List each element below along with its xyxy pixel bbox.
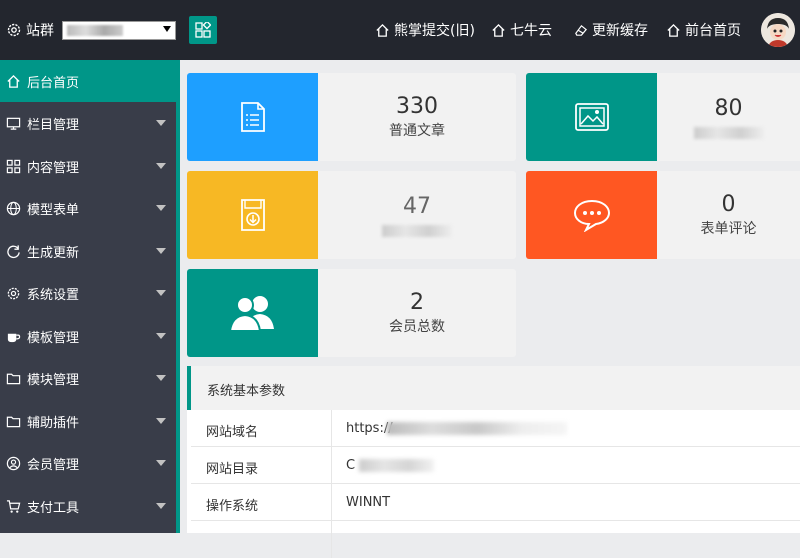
- avatar[interactable]: [761, 13, 795, 47]
- stat-value: 2: [410, 290, 424, 315]
- sidebar-accent-edge: [176, 60, 180, 533]
- gear-icon: [6, 22, 22, 38]
- sidebar-item-model-forms[interactable]: 模型表单: [0, 187, 176, 229]
- stat-card-downloads[interactable]: 47: [318, 171, 516, 259]
- row-value: WINNT: [346, 495, 391, 510]
- home-icon: [6, 74, 21, 89]
- table-row: 网站域名 https://: [191, 410, 800, 447]
- stat-label: 会员总数: [389, 319, 445, 335]
- cup-icon: [6, 329, 21, 344]
- stat-value: 47: [403, 194, 431, 219]
- site-select[interactable]: [62, 21, 176, 40]
- sidebar-item-settings[interactable]: 系统设置: [0, 272, 176, 314]
- grid-icon: [6, 159, 21, 174]
- eraser-icon: [573, 23, 588, 38]
- stat-card-comments[interactable]: 0 表单评论: [657, 171, 800, 259]
- chevron-down-icon: [156, 333, 166, 339]
- folder-icon: [6, 414, 21, 429]
- grid-icon: [195, 22, 211, 38]
- stat-card-members-icon-block[interactable]: [187, 269, 318, 357]
- site-group-label: 站群: [6, 20, 54, 40]
- stat-card-downloads-icon-block[interactable]: [187, 171, 318, 259]
- chevron-down-icon: [156, 248, 166, 254]
- chevron-down-icon: [156, 418, 166, 424]
- monitor-icon: [6, 116, 21, 131]
- nav-xiongzhang[interactable]: 熊掌提交(旧): [375, 20, 475, 40]
- chevron-down-icon: [156, 290, 166, 296]
- table-row: [191, 521, 800, 558]
- stat-card-articles-icon-block[interactable]: [187, 73, 318, 161]
- chat-bubble-icon: [573, 199, 610, 232]
- stat-card-comments-icon-block[interactable]: [526, 171, 657, 259]
- users-icon: [228, 296, 274, 332]
- user-circle-icon: [6, 456, 21, 471]
- stat-label-redacted: [693, 127, 764, 139]
- system-info-panel: 系统基本参数 网站域名 https:// 网站目录 C 操作系统 WINNT: [187, 366, 800, 558]
- picture-icon: [574, 103, 609, 131]
- top-bar: 站群 熊掌提交(旧) 七牛云 更新缓存 前台首页: [0, 0, 800, 60]
- nav-clear-cache[interactable]: 更新缓存: [573, 20, 648, 40]
- apps-grid-button[interactable]: [189, 16, 217, 44]
- sidebar-item-plugins[interactable]: 辅助插件: [0, 400, 176, 442]
- chevron-down-icon: [156, 460, 166, 466]
- table-row: 网站目录 C: [191, 447, 800, 484]
- chevron-down-icon: [156, 375, 166, 381]
- row-value: C: [346, 458, 356, 473]
- sidebar-item-columns[interactable]: 栏目管理: [0, 102, 176, 144]
- chevron-down-icon: [156, 163, 166, 169]
- row-key: 网站目录: [206, 462, 259, 477]
- stat-card-images-icon-block[interactable]: [526, 73, 657, 161]
- globe-icon: [6, 201, 21, 216]
- chevron-down-icon: [156, 503, 166, 509]
- cart-icon: [6, 499, 21, 514]
- stat-card-members[interactable]: 2 会员总数: [318, 269, 516, 357]
- nav-frontend-home[interactable]: 前台首页: [666, 20, 741, 40]
- stat-label: 表单评论: [700, 221, 757, 237]
- redacted-blur: [359, 459, 434, 472]
- stat-card-articles[interactable]: 330 普通文章: [318, 73, 516, 161]
- stat-label: 普通文章: [389, 123, 445, 139]
- sidebar-item-modules[interactable]: 模块管理: [0, 357, 176, 399]
- stat-value: 0: [721, 192, 736, 217]
- sidebar-item-payment[interactable]: 支付工具: [0, 485, 176, 527]
- home-icon: [666, 23, 681, 38]
- stat-value: 80: [714, 96, 743, 121]
- site-group-text: 站群: [26, 23, 54, 39]
- select-arrow-icon: [163, 26, 171, 32]
- nav-qiniu[interactable]: 七牛云: [491, 20, 552, 40]
- document-list-icon: [240, 102, 265, 132]
- download-icon: [240, 199, 265, 231]
- row-key: 操作系统: [206, 499, 259, 514]
- sidebar: 后台首页 栏目管理 内容管理 模型表单 生成更新 系统设置 模板管理 模块管理 …: [0, 60, 176, 533]
- sidebar-item-templates[interactable]: 模板管理: [0, 315, 176, 357]
- sidebar-item-content[interactable]: 内容管理: [0, 145, 176, 187]
- refresh-icon: [6, 244, 21, 259]
- user-avatar-icon: [761, 13, 795, 47]
- gear-icon: [6, 286, 21, 301]
- home-icon: [491, 23, 506, 38]
- sidebar-item-generate[interactable]: 生成更新: [0, 230, 176, 272]
- panel-title: 系统基本参数: [187, 366, 800, 410]
- row-key: 网站域名: [206, 425, 259, 440]
- folder-icon: [6, 371, 21, 386]
- table-row: 操作系统 WINNT: [191, 484, 800, 521]
- chevron-down-icon: [156, 120, 166, 126]
- sidebar-item-dashboard[interactable]: 后台首页: [0, 60, 176, 102]
- chevron-down-icon: [156, 205, 166, 211]
- stat-label-redacted: [382, 225, 452, 237]
- row-value: https://: [346, 421, 393, 436]
- home-icon: [375, 23, 390, 38]
- stat-value: 330: [396, 94, 438, 119]
- redacted-blur: [387, 422, 567, 435]
- stat-card-images[interactable]: 80: [657, 73, 800, 161]
- sidebar-item-members[interactable]: 会员管理: [0, 442, 176, 484]
